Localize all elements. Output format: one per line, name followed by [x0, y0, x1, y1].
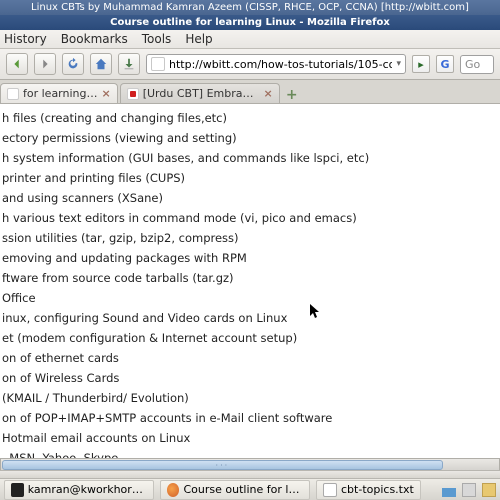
scrollbar-thumb[interactable]: ··· — [2, 460, 443, 470]
list-item: inux, configuring Sound and Video cards … — [0, 308, 500, 328]
close-tab-icon[interactable]: × — [102, 88, 111, 99]
list-item: printer and printing files (CUPS) — [0, 168, 500, 188]
list-item: ftware from source code tarballs (tar.gz… — [0, 268, 500, 288]
new-tab-button[interactable]: + — [282, 87, 302, 103]
tab-label: for learning… — [23, 87, 98, 100]
back-button[interactable] — [6, 53, 28, 75]
list-item: h system information (GUI bases, and com… — [0, 148, 500, 168]
list-item: h various text editors in command mode (… — [0, 208, 500, 228]
tray-icon[interactable] — [482, 483, 496, 497]
list-item: ectory permissions (viewing and setting) — [0, 128, 500, 148]
list-item: (KMAIL / Thunderbird/ Evolution) — [0, 388, 500, 408]
search-box[interactable]: Go — [460, 55, 494, 74]
terminal-icon — [11, 483, 24, 497]
list-item: h files (creating and changing files,etc… — [0, 108, 500, 128]
tray-icon[interactable] — [462, 483, 476, 497]
tab-course-outline[interactable]: for learning… × — [0, 83, 118, 103]
tab-favicon-icon — [127, 88, 139, 100]
taskbar-item-firefox[interactable]: Course outline for lear… — [160, 480, 310, 500]
text-file-icon — [323, 483, 337, 497]
menu-history[interactable]: History — [4, 32, 47, 46]
downloads-button[interactable] — [118, 53, 140, 75]
list-item: and using scanners (XSane) — [0, 188, 500, 208]
tab-label: [Urdu CBT] Embracing Lin… — [143, 87, 260, 100]
desktop-taskbar: kamran@kworkhorse:… Course outline for l… — [0, 478, 500, 500]
mouse-cursor-icon — [310, 304, 322, 324]
list-item: Office — [0, 288, 500, 308]
taskbar-label: cbt-topics.txt — [341, 483, 414, 496]
firefox-window-titlebar: Course outline for learning Linux - Mozi… — [0, 15, 500, 30]
parent-window-titlebar: Linux CBTs by Muhammad Kamran Azeem (CIS… — [0, 0, 500, 15]
tab-urdu-cbt[interactable]: [Urdu CBT] Embracing Lin… × — [120, 83, 280, 103]
home-button[interactable] — [90, 53, 112, 75]
list-item: emoving and updating packages with RPM — [0, 248, 500, 268]
list-item: , MSN, Yahoo, Skype — [0, 448, 500, 458]
list-item: on of Wireless Cards — [0, 368, 500, 388]
menubar: History Bookmarks Tools Help — [0, 30, 500, 49]
taskbar-label: kamran@kworkhorse:… — [28, 483, 147, 496]
list-item: ssion utilities (tar, gzip, bzip2, compr… — [0, 228, 500, 248]
tab-favicon-icon — [7, 88, 19, 100]
page-content: h files (creating and changing files,etc… — [0, 104, 500, 458]
network-signal-icon[interactable] — [442, 483, 456, 497]
reload-button[interactable] — [62, 53, 84, 75]
list-item: et (modem configuration & Internet accou… — [0, 328, 500, 348]
search-placeholder: Go — [465, 58, 480, 71]
navigation-toolbar: ▾ ▸ G Go — [0, 49, 500, 80]
list-item: on of ethernet cards — [0, 348, 500, 368]
go-button[interactable]: ▸ — [412, 55, 430, 73]
firefox-icon — [167, 483, 179, 497]
status-bar — [0, 470, 500, 478]
page-favicon-icon — [151, 57, 165, 71]
forward-button[interactable] — [34, 53, 56, 75]
menu-help[interactable]: Help — [185, 32, 212, 46]
url-input[interactable] — [169, 58, 392, 71]
taskbar-label: Course outline for lear… — [183, 483, 303, 496]
list-item: Hotmail email accounts on Linux — [0, 428, 500, 448]
menu-tools[interactable]: Tools — [142, 32, 172, 46]
list-item: on of POP+IMAP+SMTP accounts in e-Mail c… — [0, 408, 500, 428]
taskbar-item-terminal[interactable]: kamran@kworkhorse:… — [4, 480, 154, 500]
tab-bar: for learning… × [Urdu CBT] Embracing Lin… — [0, 80, 500, 104]
url-dropdown-icon[interactable]: ▾ — [396, 59, 401, 69]
url-bar[interactable]: ▾ — [146, 54, 406, 74]
close-tab-icon[interactable]: × — [264, 88, 273, 99]
search-engine-button[interactable]: G — [436, 55, 454, 73]
menu-bookmarks[interactable]: Bookmarks — [61, 32, 128, 46]
taskbar-item-texteditor[interactable]: cbt-topics.txt — [316, 480, 421, 500]
